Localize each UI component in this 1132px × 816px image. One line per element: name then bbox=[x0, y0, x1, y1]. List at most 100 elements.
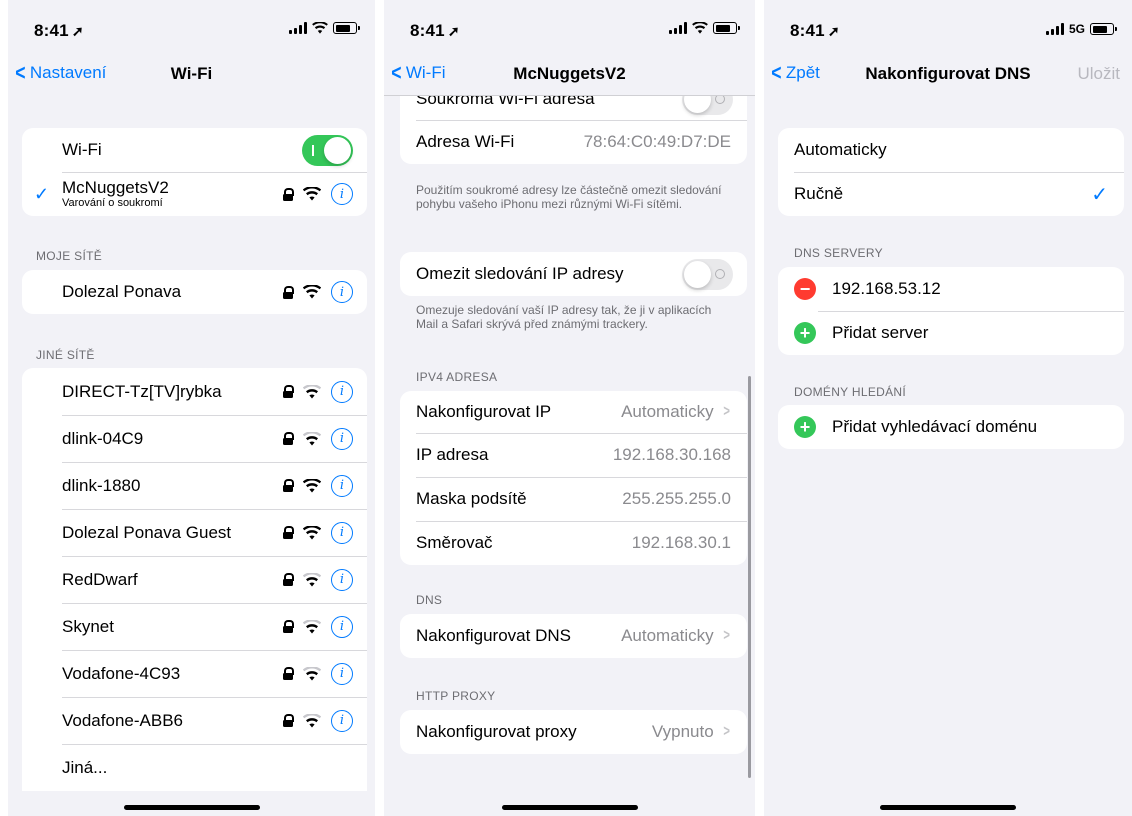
search-domains-group: + Přidat vyhledávací doménu bbox=[778, 405, 1124, 449]
chevron-right-icon: > bbox=[723, 627, 730, 644]
network-row[interactable]: RedDwarf i bbox=[22, 556, 367, 603]
location-arrow-icon: ➚ bbox=[827, 23, 840, 39]
subnet-mask-row: Maska podsítě 255.255.255.0 bbox=[400, 477, 747, 521]
chevron-right-icon: > bbox=[723, 723, 730, 740]
configure-ip-row[interactable]: Nakonfigurovat IP Automaticky > bbox=[400, 391, 747, 433]
info-icon[interactable]: i bbox=[331, 521, 353, 544]
info-icon[interactable]: i bbox=[331, 709, 353, 732]
network-row[interactable]: dlink-04C9 i bbox=[22, 415, 367, 462]
network-row[interactable]: dlink-1880 i bbox=[22, 462, 367, 509]
network-type: 5G bbox=[1068, 22, 1085, 36]
lock-icon bbox=[283, 573, 294, 586]
status-time: 8:41 bbox=[34, 21, 69, 40]
wifi-label: Wi-Fi bbox=[62, 140, 102, 159]
ipv4-header: IPV4 ADRESA bbox=[416, 370, 498, 384]
lock-icon bbox=[283, 432, 294, 445]
home-indicator bbox=[123, 805, 260, 810]
minus-circle-icon[interactable]: − bbox=[794, 278, 816, 300]
info-icon[interactable]: i bbox=[331, 183, 353, 205]
connected-network-row[interactable]: ✓ McNuggetsV2 Varování o soukromí i bbox=[22, 172, 367, 216]
wifi-icon bbox=[303, 713, 321, 727]
info-icon[interactable]: i bbox=[331, 281, 353, 303]
checkmark-icon: ✓ bbox=[1091, 183, 1108, 206]
ip-address-row: IP adresa 192.168.30.168 bbox=[400, 433, 747, 477]
dns-header: DNS bbox=[416, 593, 443, 607]
network-row[interactable]: Dolezal Ponava Guest i bbox=[22, 509, 367, 556]
configure-dns-row[interactable]: Nakonfigurovat DNS Automaticky > bbox=[400, 614, 747, 658]
limit-ip-note: Omezuje sledování vaší IP adresy tak, že… bbox=[416, 303, 712, 331]
wifi-icon bbox=[303, 572, 321, 586]
other-network-row[interactable]: Jiná... bbox=[22, 744, 367, 791]
network-row[interactable]: DIRECT-Tz[TV]rybka i bbox=[22, 368, 367, 415]
limit-ip-row: Omezit sledování IP adresy bbox=[400, 252, 747, 296]
cellular-icon bbox=[669, 22, 687, 34]
wifi-icon bbox=[303, 478, 321, 492]
dns-servers-group: − 192.168.53.12 + Přidat server bbox=[778, 267, 1124, 355]
info-icon[interactable]: i bbox=[331, 474, 353, 497]
wifi-settings-screen: 8:41 ➚ < Nastavení Wi-Fi Wi-Fi ✓ McNuggets… bbox=[8, 0, 375, 816]
my-networks-group: Dolezal Ponava i bbox=[22, 270, 367, 314]
lock-icon bbox=[283, 187, 294, 201]
network-row[interactable]: Skynet i bbox=[22, 603, 367, 650]
lock-icon bbox=[283, 667, 294, 680]
nav-bar: < Wi-Fi McNuggetsV2 bbox=[384, 52, 755, 96]
wifi-toggle[interactable] bbox=[302, 134, 353, 166]
plus-circle-icon: + bbox=[794, 322, 816, 344]
mode-automatic-row[interactable]: Automaticky bbox=[778, 128, 1124, 172]
network-row[interactable]: Dolezal Ponava i bbox=[22, 270, 367, 314]
dns-server-value: 192.168.53.12 bbox=[832, 279, 941, 298]
lock-icon bbox=[283, 714, 294, 727]
wifi-icon bbox=[303, 384, 321, 398]
scrollbar[interactable] bbox=[748, 376, 751, 778]
info-icon[interactable]: i bbox=[331, 568, 353, 591]
network-row[interactable]: Vodafone-4C93 i bbox=[22, 650, 367, 697]
home-indicator bbox=[880, 805, 1016, 810]
lock-icon bbox=[283, 479, 294, 492]
status-bar: 8:41 ➚ bbox=[384, 0, 755, 52]
lock-icon bbox=[283, 385, 294, 398]
my-networks-header: MOJE SÍTĚ bbox=[36, 249, 103, 263]
battery-icon bbox=[333, 22, 360, 34]
dns-config-screen: 8:41 ➚ 5G < Zpět Nakonfigurovat DNS Uložit… bbox=[764, 0, 1132, 816]
info-icon[interactable]: i bbox=[331, 662, 353, 685]
save-button[interactable]: Uložit bbox=[1077, 64, 1120, 84]
wifi-address-row: Adresa Wi-Fi 78:64:C0:49:D7:DE bbox=[400, 120, 747, 164]
add-server-row[interactable]: + Přidat server bbox=[778, 311, 1124, 355]
info-icon[interactable]: i bbox=[331, 615, 353, 638]
lock-icon bbox=[283, 285, 294, 299]
private-address-note: Použitím soukromé adresy lze částečně om… bbox=[416, 183, 722, 211]
ipv4-group: Nakonfigurovat IP Automaticky > IP adresa… bbox=[400, 391, 747, 565]
proxy-group: Nakonfigurovat proxy Vypnuto > bbox=[400, 710, 747, 754]
mode-manual-row[interactable]: Ručně ✓ bbox=[778, 172, 1124, 216]
add-domain-row[interactable]: + Přidat vyhledávací doménu bbox=[778, 405, 1124, 449]
limit-ip-toggle[interactable] bbox=[682, 258, 733, 290]
other-networks-group: DIRECT-Tz[TV]rybka i dlink-04C9 i dlink-… bbox=[22, 368, 367, 791]
location-arrow-icon: ➚ bbox=[71, 23, 84, 39]
status-bar: 8:41 ➚ bbox=[8, 0, 375, 52]
page-title: Wi-Fi bbox=[170, 64, 213, 83]
connected-network-name: McNuggetsV2 bbox=[62, 178, 169, 197]
page-title: McNuggetsV2 bbox=[513, 64, 626, 83]
location-arrow-icon: ➚ bbox=[447, 23, 460, 39]
wifi-icon bbox=[692, 22, 708, 34]
wifi-icon bbox=[303, 431, 321, 445]
cellular-icon bbox=[1045, 23, 1064, 35]
network-row[interactable]: Vodafone-ABB6 i bbox=[22, 697, 367, 744]
wifi-icon bbox=[303, 619, 321, 633]
dns-server-row: − 192.168.53.12 bbox=[778, 267, 1124, 311]
plus-circle-icon: + bbox=[794, 416, 816, 438]
dns-group: Nakonfigurovat DNS Automaticky > bbox=[400, 614, 747, 658]
configure-proxy-row[interactable]: Nakonfigurovat proxy Vypnuto > bbox=[400, 710, 747, 754]
network-name: Dolezal Ponava bbox=[62, 282, 182, 301]
http-proxy-header: HTTP PROXY bbox=[416, 689, 496, 703]
wifi-toggle-row: Wi-Fi bbox=[22, 128, 367, 172]
home-indicator bbox=[501, 805, 638, 810]
checkmark-icon: ✓ bbox=[34, 183, 50, 204]
info-icon[interactable]: i bbox=[331, 427, 353, 450]
wifi-toggle-group: Wi-Fi ✓ McNuggetsV2 Varování o soukromí … bbox=[22, 128, 367, 216]
wifi-icon bbox=[303, 666, 321, 680]
info-icon[interactable]: i bbox=[331, 380, 353, 403]
status-time: 8:41 bbox=[790, 21, 825, 40]
wifi-icon bbox=[303, 525, 321, 539]
router-row: Směrovač 192.168.30.1 bbox=[400, 521, 747, 565]
